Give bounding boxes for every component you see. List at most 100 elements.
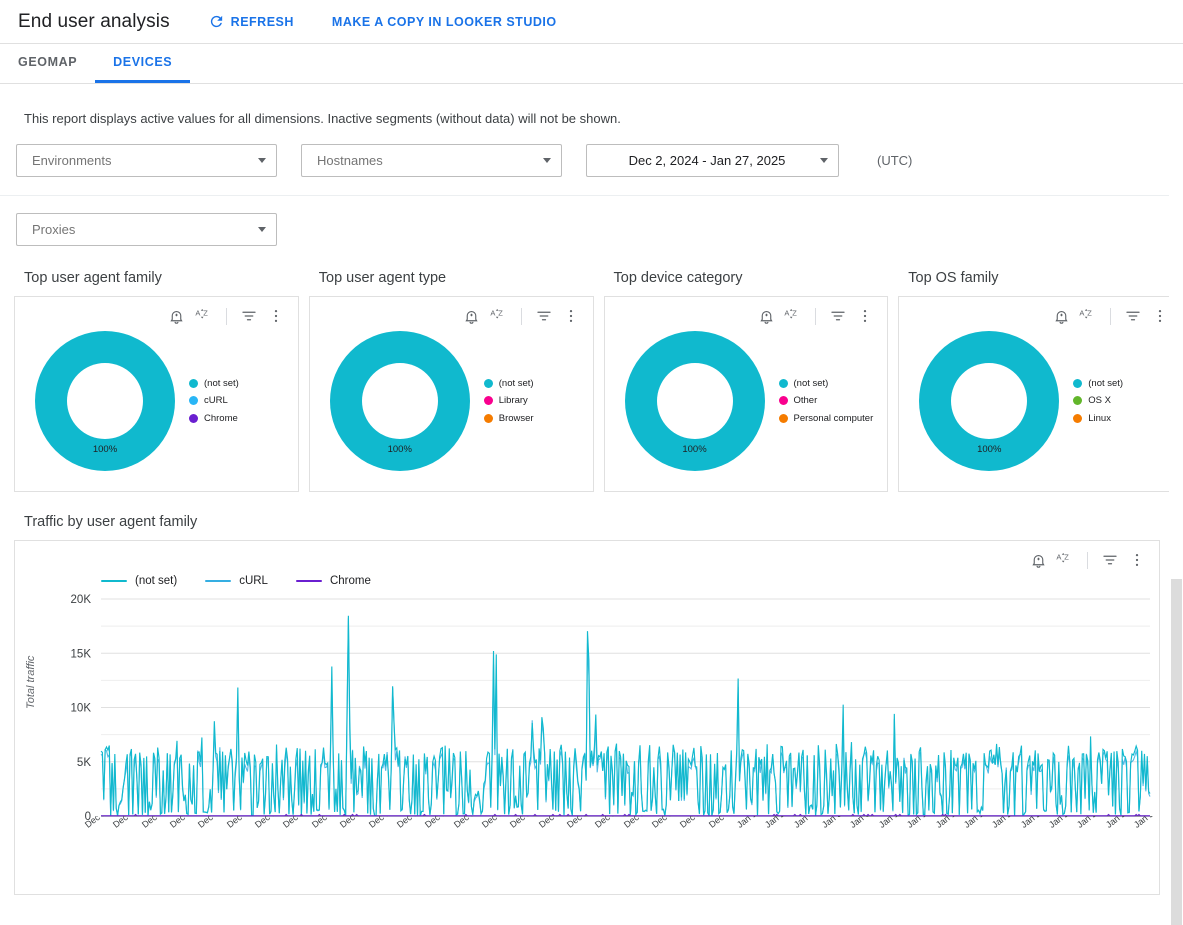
more-vertical-icon[interactable] [853, 304, 877, 328]
environments-select-label: Environments [32, 153, 250, 168]
svg-text:A: A [1079, 308, 1084, 317]
donut-chart[interactable]: 100% [15, 317, 195, 485]
legend-item: cURL [189, 395, 239, 406]
timeseries-title: Traffic by user agent family [0, 492, 1183, 540]
donut-chart[interactable]: 100% [899, 317, 1079, 485]
donut-card-body: A Z 100% [309, 296, 594, 492]
toolbar-divider [226, 308, 227, 325]
legend-label: (not set) [1088, 378, 1123, 389]
chevron-down-icon [258, 158, 266, 163]
timeseries-legend-item[interactable]: Chrome [296, 575, 371, 587]
hostnames-select[interactable]: Hostnames [301, 144, 562, 177]
proxies-select-label: Proxies [32, 222, 250, 237]
svg-text:Z: Z [1087, 308, 1092, 317]
tab-devices[interactable]: DEVICES [95, 44, 190, 83]
donut-percent-label: 100% [15, 444, 195, 455]
sort-az-icon[interactable]: A Z [192, 304, 216, 328]
timeseries-legend-item[interactable]: cURL [205, 575, 268, 587]
svg-text:Z: Z [203, 308, 208, 317]
donut-card-title: Top device category [604, 270, 889, 296]
legend-label: (not set) [204, 378, 239, 389]
toolbar-divider [1110, 308, 1111, 325]
filters-row-secondary: Proxies [0, 195, 1183, 246]
sort-az-icon[interactable]: A Z [1076, 304, 1100, 328]
environments-select[interactable]: Environments [16, 144, 277, 177]
sort-az-icon[interactable]: A Z [781, 304, 805, 328]
hostnames-select-label: Hostnames [317, 153, 535, 168]
timeseries-card: A Z (not set) [14, 540, 1160, 895]
svg-text:A: A [195, 308, 200, 317]
y-tick-label: 15K [71, 648, 92, 660]
make-a-copy-button[interactable]: MAKE A COPY IN LOOKER STUDIO [332, 15, 557, 29]
legend-line-swatch [296, 580, 322, 583]
donut-card-title: Top user agent type [309, 270, 594, 296]
legend-item: Browser [484, 413, 534, 424]
legend-item: (not set) [1073, 378, 1123, 389]
legend-item: (not set) [189, 378, 239, 389]
chevron-down-icon [258, 227, 266, 232]
refresh-label: REFRESH [231, 15, 294, 29]
y-tick-label: 10K [71, 703, 92, 715]
legend-line-swatch [205, 580, 231, 583]
legend-line-swatch [101, 580, 127, 583]
date-range-select[interactable]: Dec 2, 2024 - Jan 27, 2025 [586, 144, 839, 177]
timeseries-legend-item[interactable]: (not set) [101, 575, 177, 587]
legend-item: OS X [1073, 395, 1123, 406]
filter-icon[interactable] [1121, 304, 1145, 328]
legend-item: (not set) [779, 378, 874, 389]
toolbar-divider [815, 308, 816, 325]
tab-devices-label: DEVICES [113, 55, 172, 69]
more-vertical-icon[interactable] [264, 304, 288, 328]
legend-label: cURL [204, 395, 228, 406]
donut-card-body: A Z 100% [898, 296, 1183, 492]
legend-label: Chrome [330, 575, 371, 587]
x-tick-label: Jan 27, 2025, 3AM [1132, 816, 1159, 830]
page-title: End user analysis [18, 11, 170, 33]
legend-label: Library [499, 395, 528, 406]
vertical-scrollbar-track[interactable] [1169, 84, 1183, 924]
legend-label: Browser [499, 413, 534, 424]
tab-geomap[interactable]: GEOMAP [18, 44, 95, 83]
donut-legend: (not set) Other Personal computer [779, 378, 874, 424]
proxies-select[interactable]: Proxies [16, 213, 277, 246]
more-vertical-icon[interactable] [559, 304, 583, 328]
svg-text:A: A [490, 308, 495, 317]
donut-card-1: Top user agent family A Z [14, 270, 299, 492]
refresh-icon [208, 13, 225, 30]
legend-label: (not set) [794, 378, 829, 389]
svg-text:Z: Z [793, 308, 798, 317]
timeseries-legend: (not set) cURL Chrome [101, 575, 371, 587]
donut-chart[interactable]: 100% [605, 317, 785, 485]
chevron-down-icon [820, 158, 828, 163]
donut-cards-row: Top user agent family A Z [0, 246, 1183, 492]
page-body: This report displays active values for a… [0, 84, 1183, 924]
report-notice: This report displays active values for a… [0, 84, 1183, 126]
legend-item: Linux [1073, 413, 1123, 424]
refresh-button[interactable]: REFRESH [208, 13, 294, 30]
filter-icon[interactable] [532, 304, 556, 328]
sort-az-icon[interactable]: A Z [487, 304, 511, 328]
donut-percent-label: 100% [310, 444, 490, 455]
filter-icon[interactable] [237, 304, 261, 328]
x-axis-labels: Dec 2, 2024, 12AMDec 3, 2024, 7AMDec 4, … [15, 816, 1159, 896]
donut-card-2: Top user agent type A Z [309, 270, 594, 492]
legend-label: cURL [239, 575, 268, 587]
y-tick-label: 5K [77, 757, 91, 769]
donut-card-title: Top OS family [898, 270, 1183, 296]
svg-text:Z: Z [498, 308, 503, 317]
donut-chart[interactable]: 100% [310, 317, 490, 485]
vertical-scrollbar-thumb[interactable] [1171, 579, 1182, 925]
filters-row-primary: Environments Hostnames Dec 2, 2024 - Jan… [0, 126, 1183, 177]
donut-card-3: Top device category A Z [604, 270, 889, 492]
legend-label: Other [794, 395, 818, 406]
make-a-copy-label: MAKE A COPY IN LOOKER STUDIO [332, 15, 557, 29]
legend-label: Personal computer [794, 413, 874, 424]
legend-label: OS X [1088, 395, 1111, 406]
donut-legend: (not set) Library Browser [484, 378, 534, 424]
donut-card-4: Top OS family A Z [898, 270, 1183, 492]
series-not-set [101, 616, 1150, 816]
legend-label: (not set) [499, 378, 534, 389]
legend-item: (not set) [484, 378, 534, 389]
donut-legend: (not set) cURL Chrome [189, 378, 239, 424]
filter-icon[interactable] [826, 304, 850, 328]
